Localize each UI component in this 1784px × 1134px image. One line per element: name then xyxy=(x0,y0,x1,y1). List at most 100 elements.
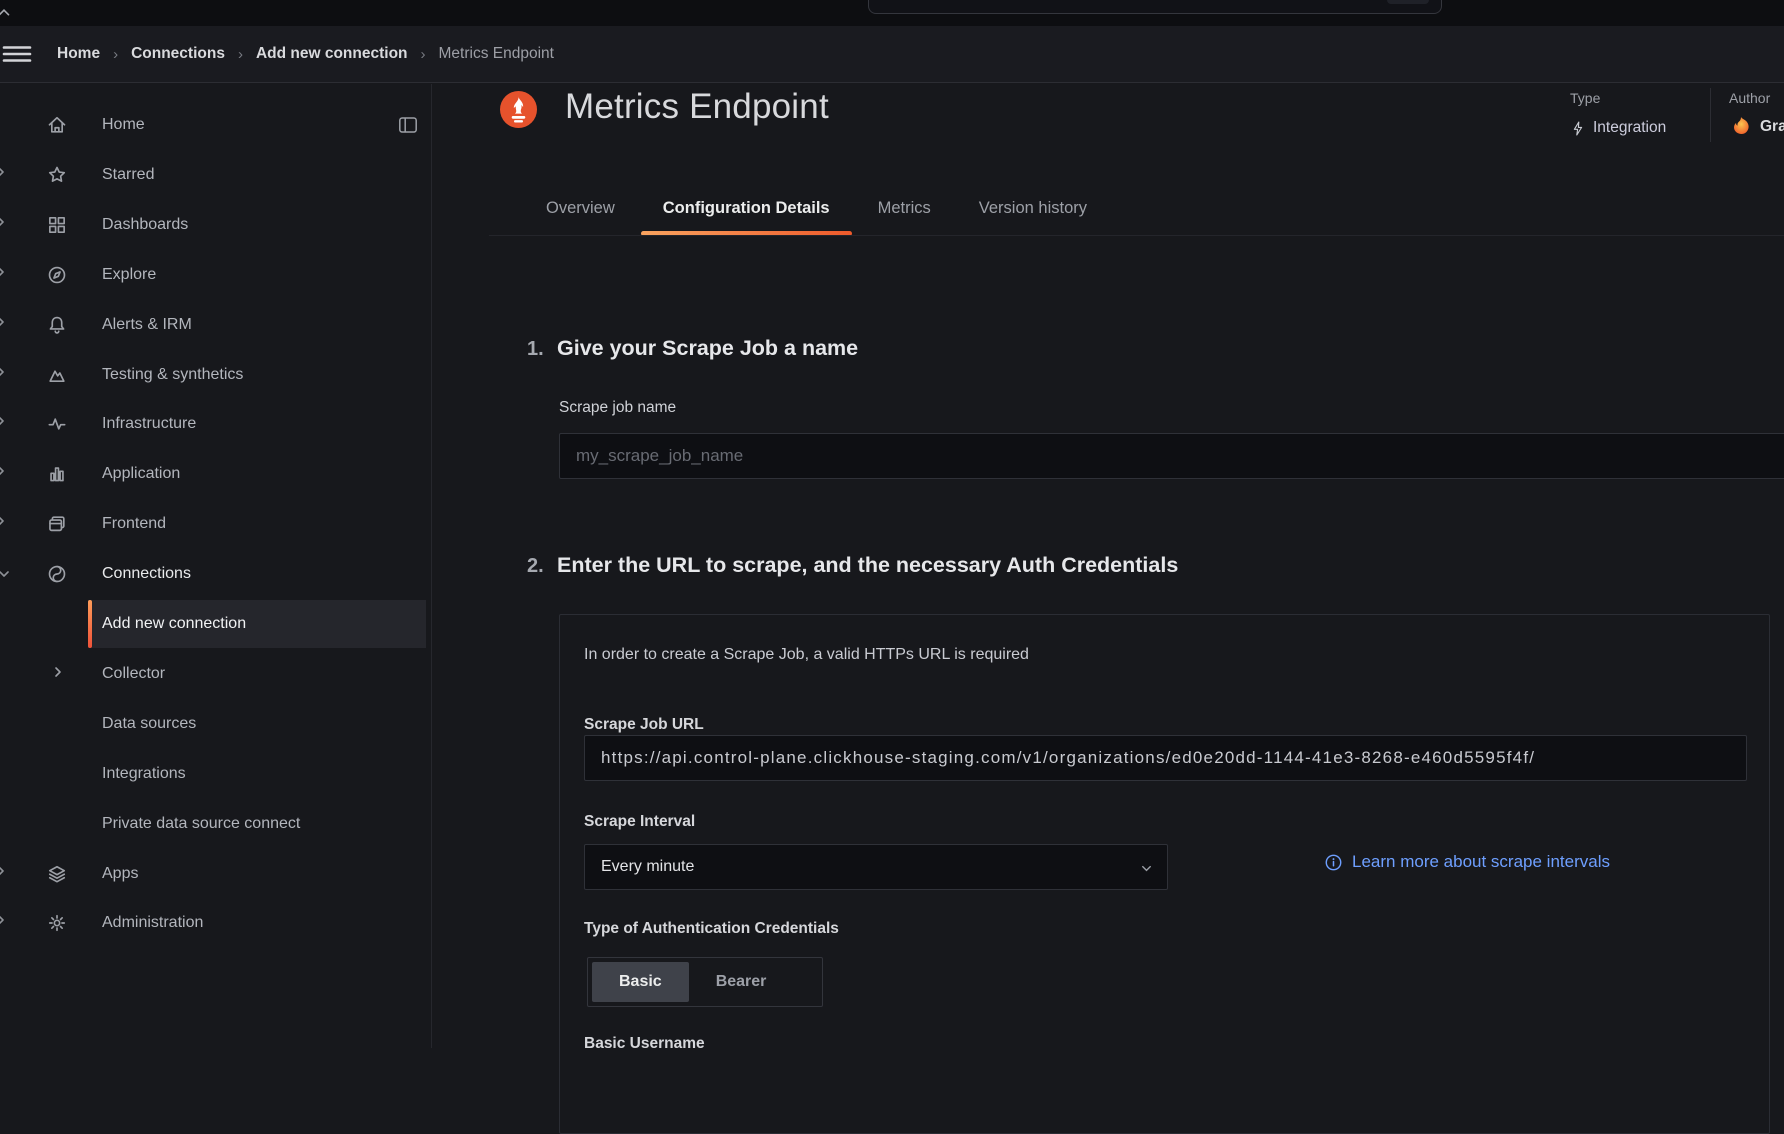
breadcrumb-separator: › xyxy=(421,46,426,63)
sidebar-item-apps[interactable]: Apps xyxy=(0,849,432,899)
sidebar-item-label: Integrations xyxy=(102,765,186,783)
sidebar-nav: Home Starred Dashboards Explore Alerts & IRM… xyxy=(0,84,432,1048)
learn-more-link[interactable]: Learn more about scrape intervals xyxy=(1324,852,1610,872)
tab-metrics[interactable]: Metrics xyxy=(856,180,953,236)
sidebar-item-label: Apps xyxy=(102,865,138,883)
sidebar-item-private-data-source-connect[interactable]: Private data source connect xyxy=(0,799,432,849)
auth-option-basic[interactable]: Basic xyxy=(592,962,689,1002)
sidebar-item-add-new-connection[interactable]: Add new connection xyxy=(0,599,432,649)
sidebar-item-label: Testing & synthetics xyxy=(102,366,243,384)
auth-option-bearer[interactable]: Bearer xyxy=(689,962,794,1002)
basic-username-label: Basic Username xyxy=(584,1035,705,1053)
mountain-icon xyxy=(46,364,68,386)
chevron-right-icon[interactable] xyxy=(50,664,66,684)
sidebar-item-alerts-irm[interactable]: Alerts & IRM xyxy=(0,300,432,350)
breadcrumb-item-home[interactable]: Home xyxy=(57,45,100,63)
header-meta-divider xyxy=(1710,88,1711,142)
chevron-right-icon[interactable] xyxy=(0,164,9,186)
step2-title: Enter the URL to scrape, and the necessa… xyxy=(557,553,1178,578)
chevron-down-icon[interactable] xyxy=(0,566,12,582)
lightning-bolt-icon xyxy=(1570,120,1586,137)
sidebar-item-label: Infrastructure xyxy=(102,415,196,433)
breadcrumb-separator: › xyxy=(113,46,118,63)
grafana-logo-icon xyxy=(1729,115,1753,139)
sidebar-item-integrations[interactable]: Integrations xyxy=(0,749,432,799)
bell-icon xyxy=(46,314,68,336)
menu-icon[interactable] xyxy=(2,41,32,67)
breadcrumb-item-metrics-endpoint: Metrics Endpoint xyxy=(439,45,554,63)
chevron-right-icon[interactable] xyxy=(0,264,9,286)
home-icon xyxy=(46,114,68,136)
connections-icon xyxy=(46,563,68,585)
sidebar-item-administration[interactable]: Administration xyxy=(0,898,432,948)
pulse-icon xyxy=(46,413,68,435)
page-title: Metrics Endpoint xyxy=(565,87,829,127)
scrape-job-name-label: Scrape job name xyxy=(559,399,676,417)
sidebar-item-starred[interactable]: Starred xyxy=(0,150,432,200)
type-value: Integration xyxy=(1570,119,1666,137)
breadcrumb-separator: › xyxy=(238,46,243,63)
collapse-panel-icon[interactable] xyxy=(398,115,418,135)
keyboard-shortcut-badge xyxy=(1387,0,1429,4)
chevron-right-icon[interactable] xyxy=(0,364,9,386)
search-placeholder: Search or jump to... xyxy=(910,0,1041,1)
author-value: Grafana xyxy=(1729,115,1784,139)
info-circle-icon xyxy=(1324,853,1343,872)
chevron-right-icon[interactable] xyxy=(0,912,9,934)
sidebar-item-label: Frontend xyxy=(102,515,166,533)
sidebar-item-label: Application xyxy=(102,465,180,483)
sidebar-item-frontend[interactable]: Frontend xyxy=(0,499,432,549)
sidebar-item-home[interactable]: Home xyxy=(0,100,432,150)
breadcrumb-item-connections[interactable]: Connections xyxy=(131,45,225,63)
chevron-right-icon[interactable] xyxy=(0,513,9,535)
prometheus-icon xyxy=(500,91,537,128)
breadcrumb-bar: Home › Connections › Add new connection › Metr… xyxy=(0,26,1784,83)
sidebar-item-label: Home xyxy=(102,116,145,134)
sidebar-item-label: Alerts & IRM xyxy=(102,316,192,334)
search-input[interactable]: Search or jump to... xyxy=(868,0,1442,14)
scrape-interval-value: Every minute xyxy=(601,858,694,876)
scrape-job-url-label: Scrape Job URL xyxy=(584,716,704,734)
sidebar-item-label: Private data source connect xyxy=(102,815,300,833)
learn-more-text: Learn more about scrape intervals xyxy=(1352,852,1610,872)
compass-icon xyxy=(46,264,68,286)
sidebar-item-testing-synthetics[interactable]: Testing & synthetics xyxy=(0,350,432,400)
chevron-right-icon[interactable] xyxy=(0,463,9,485)
scrape-job-name-input[interactable] xyxy=(559,433,1784,479)
active-item-indicator xyxy=(88,600,92,648)
tab-version-history[interactable]: Version history xyxy=(957,180,1109,236)
sidebar-item-label: Add new connection xyxy=(102,615,246,633)
tab-configuration-details[interactable]: Configuration Details xyxy=(641,180,852,236)
sidebar-item-label: Collector xyxy=(102,665,165,683)
scrape-job-url-input[interactable] xyxy=(584,735,1747,781)
auth-type-radio-group: BasicBearer xyxy=(587,957,823,1007)
chevron-right-icon[interactable] xyxy=(0,314,9,336)
chevron-right-icon[interactable] xyxy=(0,413,9,435)
layers-icon xyxy=(46,863,68,885)
sidebar-item-connections[interactable]: Connections xyxy=(0,549,432,599)
sidebar-item-explore[interactable]: Explore xyxy=(0,250,432,300)
tab-overview[interactable]: Overview xyxy=(524,180,637,236)
sidebar-item-label: Dashboards xyxy=(102,216,188,234)
sidebar-item-dashboards[interactable]: Dashboards xyxy=(0,200,432,250)
dashboards-grid-icon xyxy=(46,214,68,236)
auth-type-label: Type of Authentication Credentials xyxy=(584,920,839,938)
sidebar-item-label: Data sources xyxy=(102,715,196,733)
breadcrumb-item-add-new-connection[interactable]: Add new connection xyxy=(256,45,408,63)
scrape-interval-select[interactable]: Every minute xyxy=(584,844,1168,890)
url-auth-panel: In order to create a Scrape Job, a valid… xyxy=(559,614,1770,1134)
sidebar-item-collector[interactable]: Collector xyxy=(0,649,432,699)
sidebar-item-label: Administration xyxy=(102,914,203,932)
step1-number: 1. xyxy=(527,338,544,361)
sidebar-item-infrastructure[interactable]: Infrastructure xyxy=(0,399,432,449)
bar-chart-icon xyxy=(46,463,68,485)
chevron-right-icon[interactable] xyxy=(0,863,9,885)
chevron-down-icon xyxy=(1139,861,1154,876)
chevron-right-icon[interactable] xyxy=(0,214,9,236)
chevron-up-icon xyxy=(0,3,13,21)
tab-bar: OverviewConfiguration DetailsMetricsVers… xyxy=(524,180,1109,236)
step2-number: 2. xyxy=(527,555,544,578)
author-label: Author xyxy=(1729,90,1770,106)
sidebar-item-data-sources[interactable]: Data sources xyxy=(0,699,432,749)
sidebar-item-application[interactable]: Application xyxy=(0,449,432,499)
